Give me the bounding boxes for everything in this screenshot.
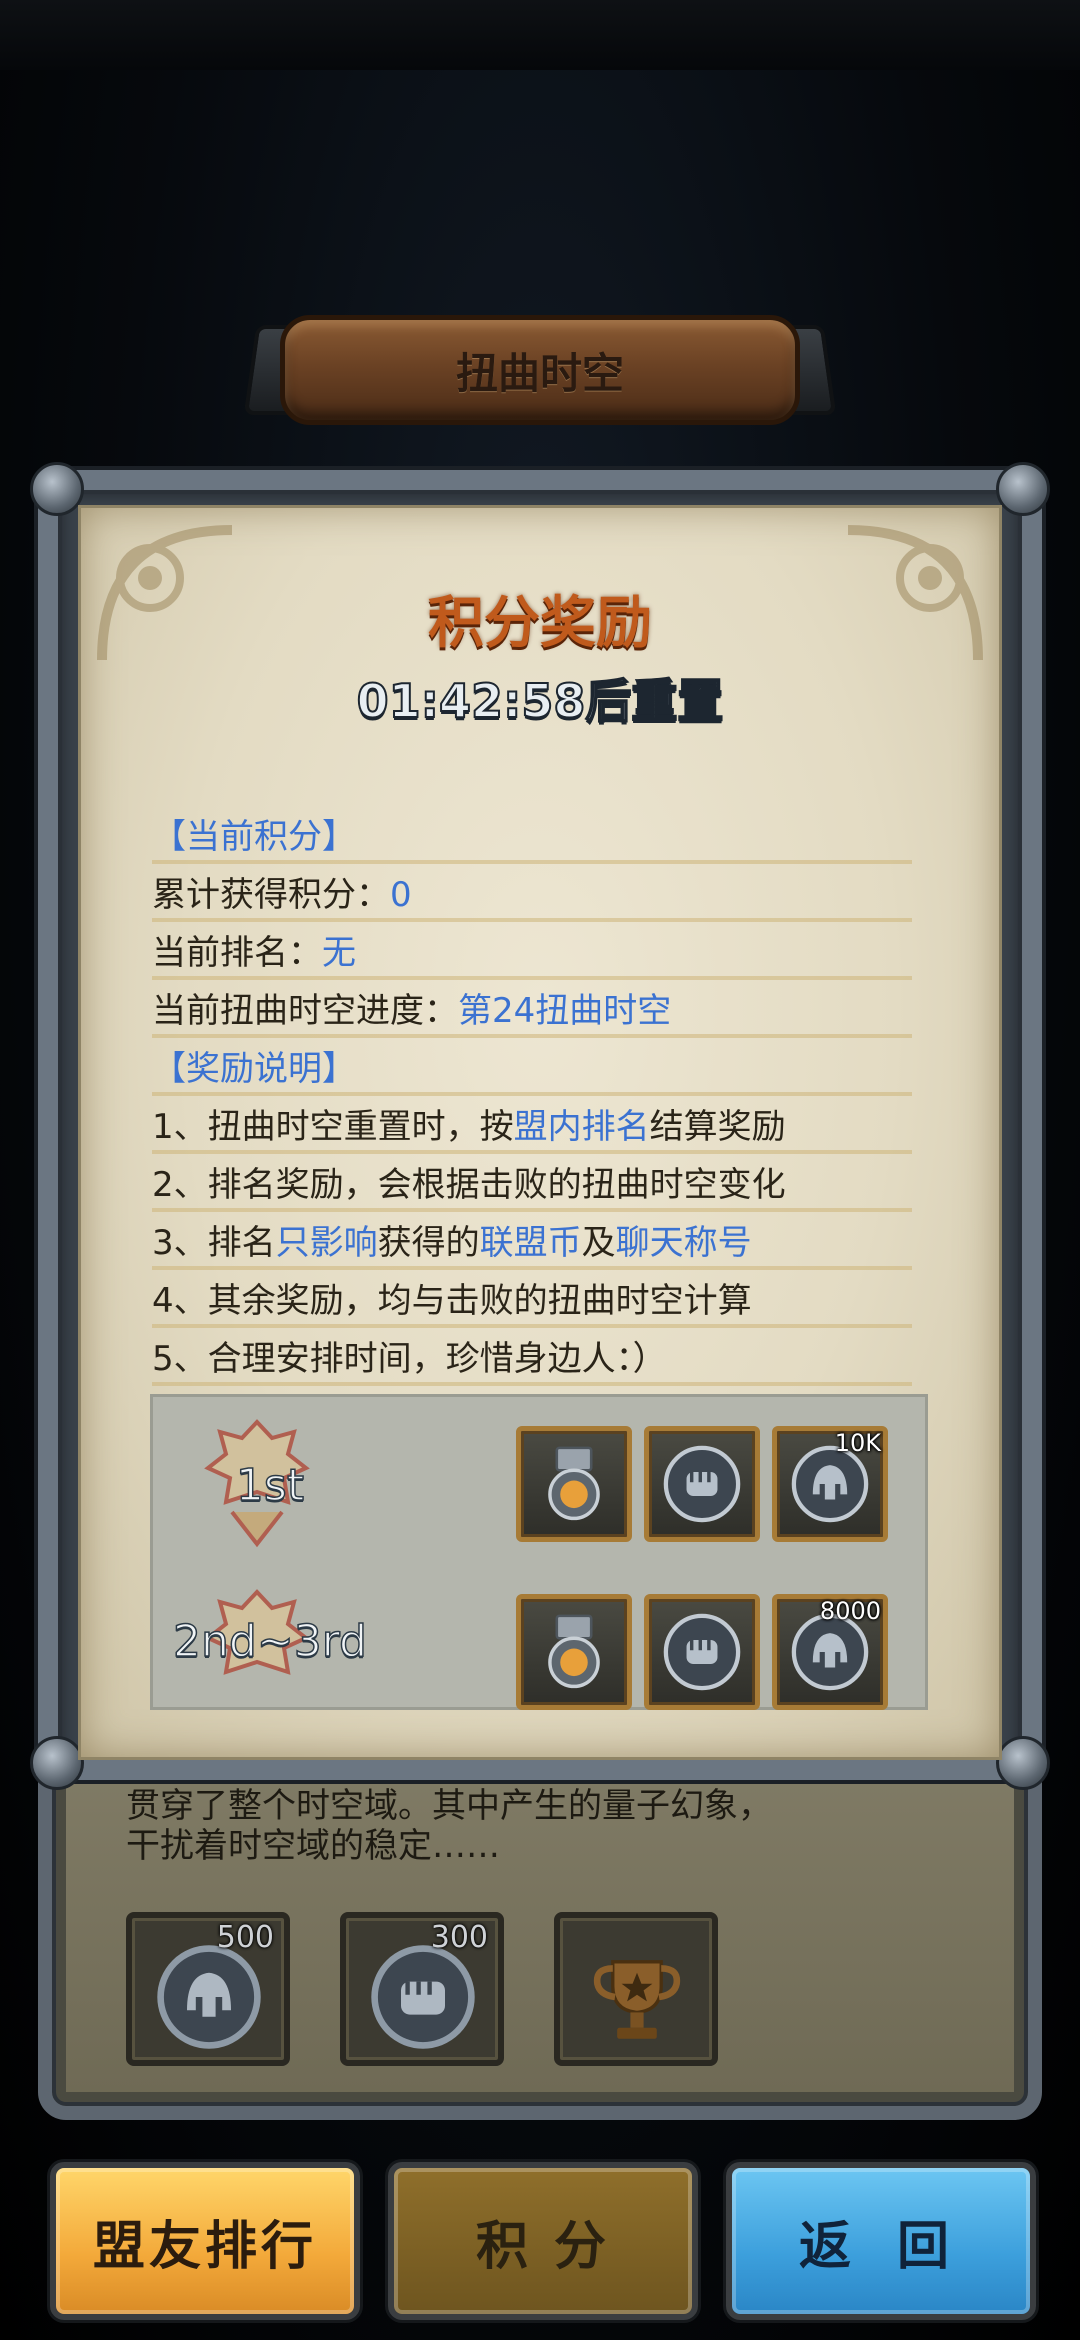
frame-bolt bbox=[996, 462, 1050, 516]
section-header-rewards: 【奖励说明】 bbox=[152, 1049, 356, 1089]
rule-line: 5、合理安排时间，珍惜身边人：） bbox=[152, 1330, 912, 1388]
rule-line: 3、排名只影响获得的联盟币及聊天称号 bbox=[152, 1214, 912, 1272]
ally-rank-label: 盟友排行 bbox=[92, 2216, 317, 2277]
info-line: 【奖励说明】 bbox=[152, 1040, 912, 1098]
rule-line: 2、排名奖励，会根据击败的扭曲时空变化 bbox=[152, 1156, 912, 1214]
fist-coin-icon bbox=[663, 1445, 741, 1523]
reward-slot[interactable]: 10K bbox=[772, 1426, 888, 1542]
rule-text: 5、合理安排时间，珍惜身边人：） bbox=[152, 1339, 667, 1379]
rank-label: 2nd~3rd bbox=[172, 1615, 367, 1668]
reward-amount: 10K bbox=[834, 1429, 881, 1457]
rule-highlight: 只影响 bbox=[275, 1223, 378, 1263]
info-line: 当前扭曲时空进度：第24扭曲时空 bbox=[152, 982, 912, 1040]
title-plank-board: 扭曲时空 bbox=[280, 315, 800, 425]
reward-amount: 8000 bbox=[819, 1597, 881, 1625]
info-line: 累计获得积分：0 bbox=[152, 866, 912, 924]
info-line: 【当前积分】 bbox=[152, 808, 912, 866]
rule-text: 3、排名 bbox=[152, 1223, 276, 1263]
rule-line: 4、其余奖励，均与击败的扭曲时空计算 bbox=[152, 1272, 912, 1330]
status-bar bbox=[0, 0, 1080, 70]
description-line-1: 贯穿了整个时空域。其中产生的量子幻象， bbox=[126, 1786, 772, 1824]
reward-amount: 300 bbox=[430, 1920, 488, 1955]
window-title: 扭曲时空 bbox=[455, 348, 624, 398]
rule-highlight: 聊天称号 bbox=[615, 1223, 752, 1263]
title-plank: 扭曲时空 bbox=[243, 315, 837, 425]
panel-title: 积分奖励 bbox=[428, 591, 652, 656]
rank-label: 当前排名： bbox=[152, 933, 322, 973]
section-header-current: 【当前积分】 bbox=[152, 817, 356, 857]
accum-points-label: 累计获得积分： bbox=[152, 875, 390, 915]
rule-highlight: 盟内排名 bbox=[513, 1107, 650, 1147]
back-label: 返 回 bbox=[798, 2216, 964, 2277]
rule-line: 1、扭曲时空重置时，按盟内排名结算奖励 bbox=[152, 1098, 912, 1156]
back-panel-description: 贯穿了整个时空域。其中产生的量子幻象， 干扰着时空域的稳定…… bbox=[126, 1784, 986, 1868]
rule-highlight: 联盟币 bbox=[479, 1223, 582, 1263]
progress-value: 第24扭曲时空 bbox=[458, 991, 672, 1031]
reward-slot[interactable]: 300 bbox=[340, 1912, 504, 2066]
reward-slot[interactable]: 8000 bbox=[772, 1594, 888, 1710]
info-line: 当前排名：无 bbox=[152, 924, 912, 982]
reward-slot[interactable]: 500 bbox=[126, 1912, 290, 2066]
points-label: 积 分 bbox=[475, 2216, 611, 2277]
description-line-2: 干扰着时空域的稳定…… bbox=[126, 1826, 500, 1866]
frame-bolt bbox=[30, 462, 84, 516]
rank-value: 无 bbox=[322, 933, 356, 973]
rule-text: 结算奖励 bbox=[649, 1107, 786, 1147]
medal-icon bbox=[548, 1446, 600, 1521]
rule-text: 2、排名奖励，会根据击败的扭曲时空变化 bbox=[152, 1165, 786, 1205]
trophy-icon bbox=[593, 1960, 681, 2039]
reward-slot[interactable] bbox=[644, 1426, 760, 1542]
helmet-coin-icon bbox=[157, 1945, 261, 2049]
fist-coin-icon bbox=[371, 1945, 475, 2049]
reset-countdown: 01:42:58后重置 bbox=[356, 673, 725, 729]
rank-row: 2nd~3rd 8000 bbox=[150, 1578, 928, 1710]
ally-rank-button[interactable]: 盟友排行 bbox=[50, 2162, 360, 2320]
reward-slot[interactable] bbox=[644, 1594, 760, 1710]
reward-amount: 500 bbox=[216, 1920, 274, 1955]
reward-slot[interactable] bbox=[554, 1912, 718, 2066]
progress-label: 当前扭曲时空进度： bbox=[152, 991, 458, 1031]
rank-row: 1st 10K bbox=[150, 1408, 928, 1568]
points-button[interactable]: 积 分 bbox=[388, 2162, 698, 2320]
info-list: 【当前积分】 累计获得积分：0 当前排名：无 当前扭曲时空进度：第24扭曲时空 … bbox=[152, 808, 912, 1388]
accum-points-value: 0 bbox=[390, 875, 412, 915]
medal-icon bbox=[548, 1614, 600, 1689]
reward-slot[interactable] bbox=[516, 1594, 632, 1710]
rank-label: 1st bbox=[235, 1459, 305, 1512]
rule-text: 及 bbox=[581, 1223, 616, 1263]
back-button[interactable]: 返 回 bbox=[726, 2162, 1036, 2320]
rule-text: 4、其余奖励，均与击败的扭曲时空计算 bbox=[152, 1281, 752, 1321]
fist-coin-icon bbox=[663, 1613, 741, 1691]
frame-bolt bbox=[30, 1736, 84, 1790]
frame-bolt bbox=[996, 1736, 1050, 1790]
reward-slot[interactable] bbox=[516, 1426, 632, 1542]
rule-text: 1、扭曲时空重置时，按 bbox=[152, 1107, 514, 1147]
rank-reward-list[interactable]: 1st 10K 2nd~3rd 8000 bbox=[150, 1394, 928, 1710]
rule-text: 获得的 bbox=[377, 1223, 480, 1263]
